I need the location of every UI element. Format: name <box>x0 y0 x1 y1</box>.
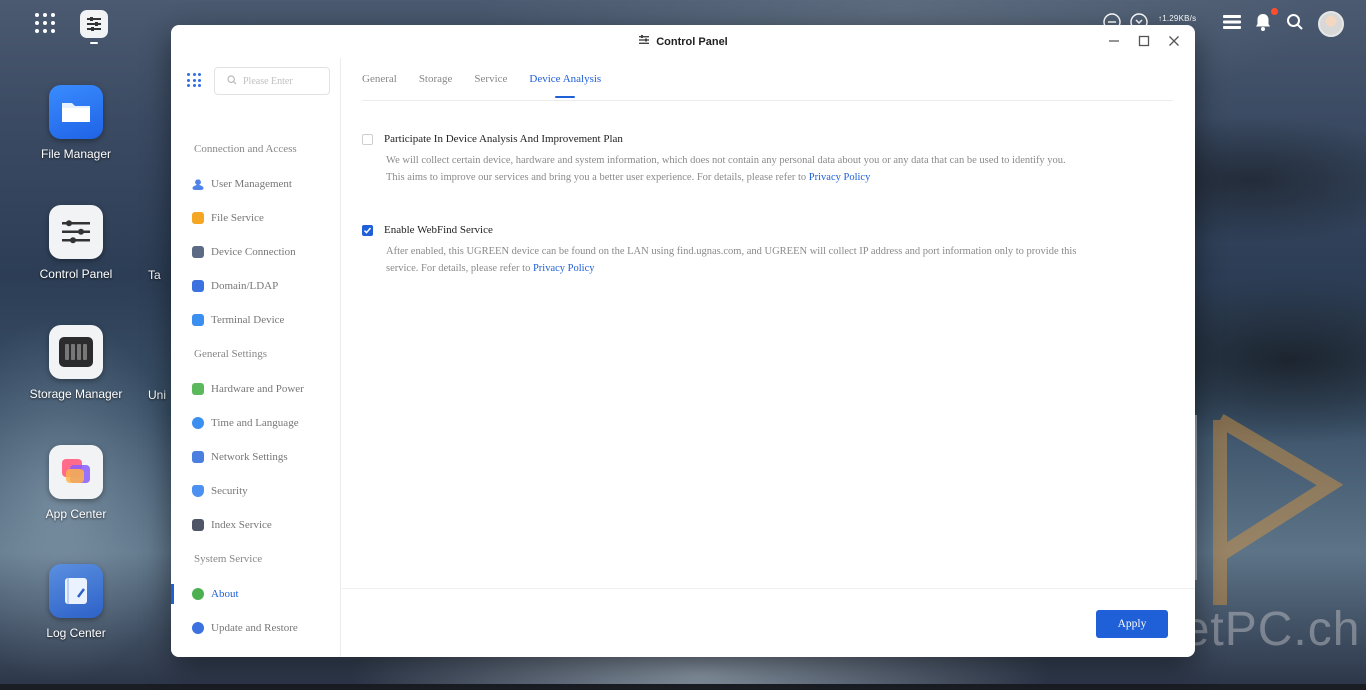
description-line: service. For details, please refer to <box>386 263 531 274</box>
search-input[interactable] <box>243 75 333 87</box>
sidebar-item-user-management[interactable]: User Management <box>171 169 340 199</box>
network-icon <box>192 451 204 463</box>
domain-icon <box>192 280 204 292</box>
bottom-edge <box>0 684 1366 690</box>
hardware-power-icon <box>192 383 204 395</box>
desktop-icon-label: Storage Manager <box>29 387 123 401</box>
sidebar-item-label: Time and Language <box>211 417 299 429</box>
notification-bell-icon[interactable] <box>1254 12 1272 35</box>
terminal-device-icon <box>192 314 204 326</box>
window-titlebar[interactable]: Control Panel <box>171 25 1195 58</box>
sidebar-item-label: Terminal Device <box>211 314 285 326</box>
privacy-policy-link[interactable]: Privacy Policy <box>533 263 595 274</box>
description-line: We will collect certain device, hardware… <box>386 155 1066 166</box>
user-avatar[interactable] <box>1318 11 1344 37</box>
maximize-button[interactable] <box>1137 33 1151 49</box>
minimize-button[interactable] <box>1107 33 1121 49</box>
sidebar-item-domain-ldap[interactable]: Domain/LDAP <box>171 271 340 301</box>
notification-badge <box>1271 8 1278 15</box>
sidebar-item-network-settings[interactable]: Network Settings <box>171 442 340 472</box>
tab-bar: General Storage Service Device Analysis <box>362 58 1173 101</box>
sidebar-item-label: Domain/LDAP <box>211 280 279 292</box>
desktop-icon-label: Log Center <box>46 626 106 640</box>
privacy-policy-link[interactable]: Privacy Policy <box>809 172 871 183</box>
desktop-icon-storage-manager[interactable]: Storage Manager <box>22 325 130 401</box>
refresh-icon <box>192 622 204 634</box>
shield-icon <box>192 485 204 497</box>
main-content: General Storage Service Device Analysis … <box>342 58 1195 657</box>
sidebar-item-label: Hardware and Power <box>211 383 304 395</box>
network-speed: ↑1.29KB/s <box>1158 14 1197 23</box>
sidebar-item-device-connection[interactable]: Device Connection <box>171 237 340 267</box>
apply-button[interactable]: Apply <box>1096 610 1168 638</box>
search-icon <box>227 72 237 90</box>
sidebar-item-label: Index Service <box>211 519 272 531</box>
folder-icon <box>49 85 103 139</box>
sidebar-item-label: File Service <box>211 212 264 224</box>
description-line: This aims to improve our services and br… <box>386 172 807 183</box>
desktop-icon-app-center[interactable]: App Center <box>22 445 130 521</box>
sidebar-item-label: Update and Restore <box>211 622 298 634</box>
sidebar: Connection and Access User Management Fi… <box>171 58 341 657</box>
webfind-checkbox[interactable] <box>362 224 373 236</box>
sliders-icon <box>49 205 103 259</box>
desktop-icon-label: App Center <box>45 507 107 521</box>
tab-general[interactable]: General <box>362 58 397 101</box>
option-title: Enable WebFind Service <box>384 224 493 236</box>
info-icon <box>192 588 204 600</box>
tab-storage[interactable]: Storage <box>419 58 453 101</box>
device-connection-icon <box>192 246 204 258</box>
app-center-icon <box>49 445 103 499</box>
sidebar-item-index-service[interactable]: Index Service <box>171 510 340 540</box>
device-analysis-checkbox[interactable] <box>362 133 373 145</box>
sidebar-item-label: Security <box>211 485 248 497</box>
desktop-icon-label: File Manager <box>40 147 112 161</box>
section-system-service: System Service <box>194 553 263 565</box>
app-launcher-icon[interactable] <box>34 12 56 34</box>
tab-device-analysis[interactable]: Device Analysis <box>529 58 601 101</box>
file-service-icon <box>192 212 204 224</box>
control-panel-window: Control Panel Connection and Access <box>171 25 1195 657</box>
sidebar-item-hardware-and-power[interactable]: Hardware and Power <box>171 374 340 404</box>
tab-service[interactable]: Service <box>474 58 507 101</box>
sidebar-item-label: Device Connection <box>211 246 296 258</box>
sidebar-item-file-service[interactable]: File Service <box>171 203 340 233</box>
log-notebook-icon <box>49 564 103 618</box>
sidebar-item-update-and-restore[interactable]: Update and Restore <box>171 613 340 643</box>
resource-monitor-icon[interactable] <box>1222 13 1242 34</box>
sidebar-item-time-and-language[interactable]: Time and Language <box>171 408 340 438</box>
option-description: After enabled, this UGREEN device can be… <box>386 243 1173 277</box>
sidebar-item-label: About <box>211 588 239 600</box>
content-footer: Apply <box>342 588 1195 657</box>
sidebar-search[interactable] <box>214 67 333 95</box>
globe-icon <box>192 417 204 429</box>
user-icon <box>192 178 204 190</box>
window-title: Control Panel <box>656 35 728 48</box>
sidebar-item-label: User Management <box>211 178 292 190</box>
option-description: We will collect certain device, hardware… <box>386 152 1173 186</box>
desktop-icon-log-center[interactable]: Log Center <box>22 564 130 640</box>
option-title: Participate In Device Analysis And Impro… <box>384 133 623 145</box>
index-service-icon <box>192 519 204 531</box>
desktop-icon-file-manager[interactable]: File Manager <box>22 85 130 161</box>
search-icon[interactable] <box>1286 13 1304 34</box>
taskbar-control-panel-icon[interactable] <box>80 10 108 44</box>
desktop-icon-label: Control Panel <box>39 267 113 281</box>
checkmark-icon <box>363 227 372 234</box>
section-connection-and-access: Connection and Access <box>194 143 297 155</box>
section-general-settings: General Settings <box>194 348 268 360</box>
option-webfind: Enable WebFind Service After enabled, th… <box>362 224 1173 277</box>
close-button[interactable] <box>1167 33 1181 49</box>
sidebar-item-label: Network Settings <box>211 451 288 463</box>
sidebar-item-about[interactable]: About <box>171 579 340 609</box>
desktop-icon-control-panel[interactable]: Control Panel <box>22 205 130 281</box>
description-line: After enabled, this UGREEN device can be… <box>386 246 1077 257</box>
storage-drive-icon <box>49 325 103 379</box>
sidebar-item-terminal-device[interactable]: Terminal Device <box>171 305 340 335</box>
topbar-left <box>0 0 170 46</box>
all-settings-grid-icon[interactable] <box>187 73 201 87</box>
sidebar-item-security[interactable]: Security <box>171 476 340 506</box>
option-device-analysis: Participate In Device Analysis And Impro… <box>362 133 1173 186</box>
control-panel-icon <box>638 34 650 49</box>
